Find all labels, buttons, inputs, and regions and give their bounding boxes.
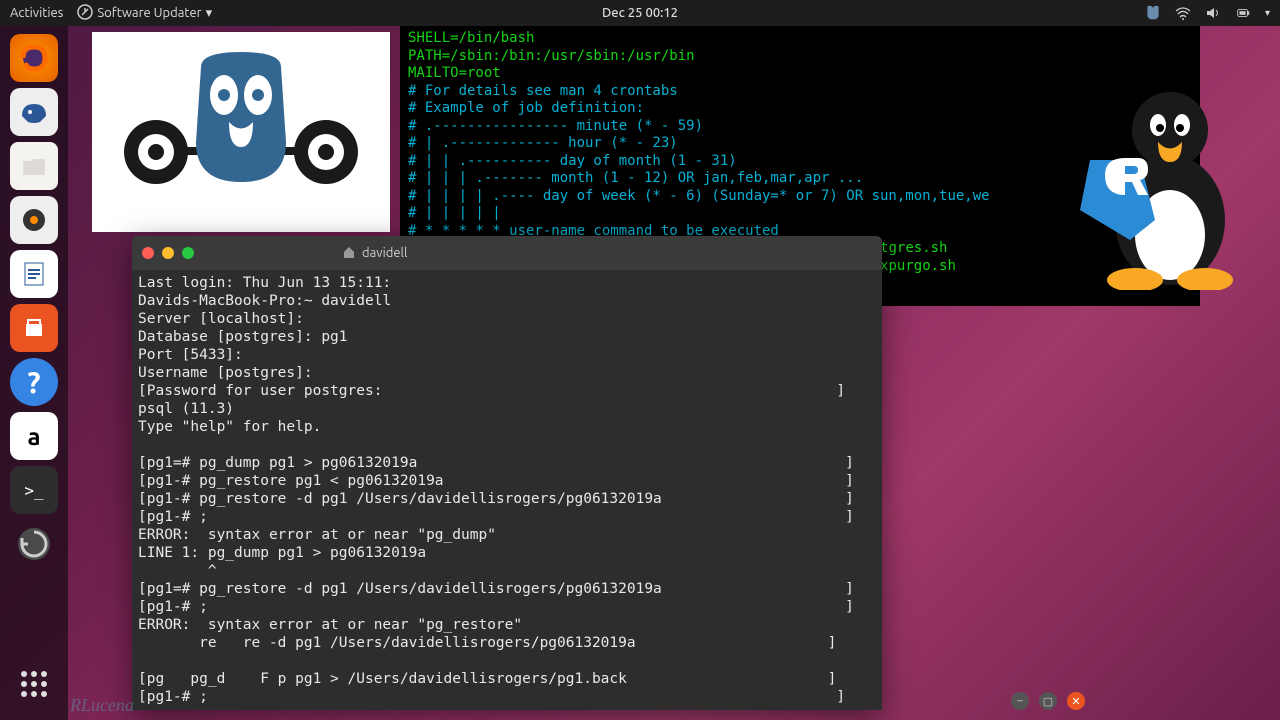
chevron-down-icon[interactable]: ▾	[1265, 7, 1270, 19]
top-panel: Activities Software Updater ▾ Dec 25 00:…	[0, 0, 1280, 26]
close-button[interactable]: ✕	[1067, 692, 1085, 710]
amazon-icon[interactable]: a	[10, 412, 58, 460]
terminal-title-label: davidell	[362, 246, 407, 260]
tux-illustration	[1070, 70, 1250, 290]
close-icon[interactable]	[142, 247, 154, 259]
activities-button[interactable]: Activities	[10, 6, 63, 20]
crontab-line: PATH=/sbin:/bin:/usr/sbin:/usr/bin	[408, 48, 1192, 66]
active-app-menu[interactable]: Software Updater ▾	[77, 4, 212, 23]
home-icon	[342, 245, 356, 262]
thunderbird-icon[interactable]	[10, 88, 58, 136]
show-applications-icon[interactable]	[10, 660, 58, 708]
window-controls: – ▢ ✕	[1011, 692, 1085, 710]
maximize-icon[interactable]	[182, 247, 194, 259]
postgresql-logo-card	[92, 32, 390, 232]
battery-icon[interactable]	[1235, 5, 1251, 21]
wifi-icon[interactable]	[1175, 5, 1191, 21]
software-updater-icon	[77, 4, 93, 23]
terminal-window[interactable]: davidell Last login: Thu Jun 13 15:11: D…	[132, 236, 882, 710]
terminal-icon[interactable]: >_	[10, 466, 58, 514]
files-icon[interactable]	[10, 142, 58, 190]
crontab-line: SHELL=/bin/bash	[408, 30, 1192, 48]
postgresql-tray-icon[interactable]	[1145, 5, 1161, 21]
app-name-label: Software Updater	[97, 6, 201, 20]
rhythmbox-icon[interactable]	[10, 196, 58, 244]
firefox-icon[interactable]	[10, 34, 58, 82]
clock[interactable]: Dec 25 00:12	[602, 6, 678, 20]
chevron-down-icon: ▾	[206, 6, 213, 21]
maximize-button[interactable]: ▢	[1039, 692, 1057, 710]
ubuntu-software-icon[interactable]	[10, 304, 58, 352]
software-updater-dock-icon[interactable]	[10, 520, 58, 568]
watermark-text: RLucena	[70, 695, 134, 716]
minimize-button[interactable]: –	[1011, 692, 1029, 710]
dock: ? a >_	[0, 26, 68, 720]
terminal-titlebar[interactable]: davidell	[132, 236, 882, 270]
terminal-output[interactable]: Last login: Thu Jun 13 15:11: Davids-Mac…	[132, 270, 882, 710]
minimize-icon[interactable]	[162, 247, 174, 259]
help-icon[interactable]: ?	[10, 358, 58, 406]
libreoffice-writer-icon[interactable]	[10, 250, 58, 298]
volume-icon[interactable]	[1205, 5, 1221, 21]
